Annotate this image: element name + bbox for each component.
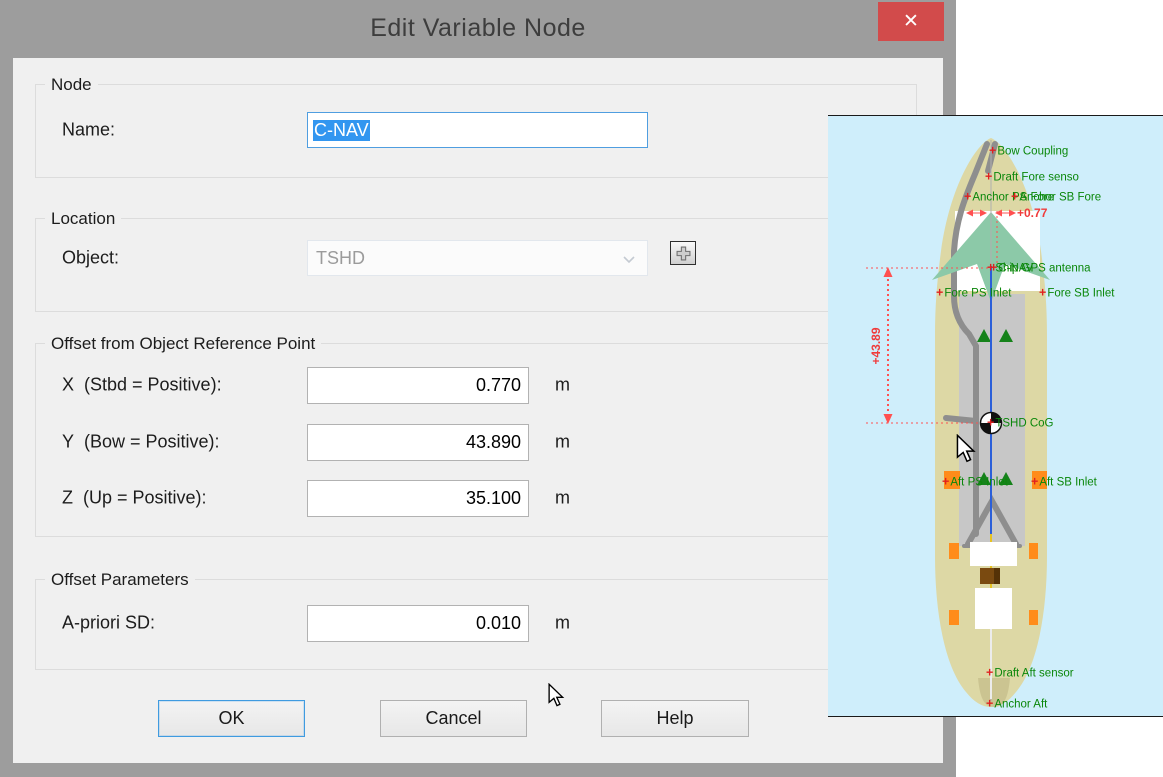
screen: Edit Variable Node ✕ Node Name: C-NAV Lo…	[0, 0, 1163, 777]
name-input[interactable]: C-NAV	[307, 112, 648, 148]
ship-plan-view-panel: +Bow Coupling+Draft Fore senso+Anchor PS…	[828, 115, 1163, 717]
ship-marker: +Draft Fore senso	[985, 169, 1079, 183]
ship-marker: +Bow Coupling	[989, 143, 1068, 157]
name-label: Name:	[62, 120, 115, 141]
ship-marker: +Fore SB Inlet	[1039, 285, 1114, 299]
offset-x-value: 0.770	[476, 375, 521, 396]
apriori-sd-label: A-priori SD:	[62, 613, 155, 634]
edit-variable-node-dialog: Edit Variable Node ✕ Node Name: C-NAV Lo…	[0, 0, 956, 777]
offset-z-unit: m	[555, 488, 570, 509]
ship-marker: +Anchor SB Fore	[1011, 189, 1101, 203]
ship-marker: +Draft Aft sensor	[986, 665, 1074, 679]
offset-z-label: Z (Up = Positive):	[62, 488, 207, 509]
offset-params-legend: Offset Parameters	[45, 570, 195, 590]
offset-y-unit: m	[555, 432, 570, 453]
dialog-title: Edit Variable Node	[0, 0, 956, 58]
offset-y-value: 43.890	[466, 432, 521, 453]
node-group-legend: Node	[45, 75, 98, 95]
chevron-down-icon	[623, 248, 635, 269]
offset-group-legend: Offset from Object Reference Point	[45, 334, 321, 354]
apriori-sd-unit: m	[555, 613, 570, 634]
offset-y-label: Y (Bow = Positive):	[62, 432, 220, 453]
close-button[interactable]: ✕	[878, 2, 944, 41]
object-dropdown-value: TSHD	[316, 248, 365, 269]
ship-marker: +Aft SB Inlet	[1031, 474, 1097, 488]
cancel-button-label: Cancel	[425, 708, 481, 729]
dialog-titlebar[interactable]: Edit Variable Node ✕	[0, 0, 956, 58]
ok-button-label: OK	[218, 708, 244, 729]
ship-marker: +TSHD CoG	[987, 415, 1053, 429]
offset-z-input[interactable]: 35.100	[307, 480, 529, 517]
dialog-content: Node Name: C-NAV Location Object: TSHD	[13, 58, 943, 763]
offset-x-input[interactable]: 0.770	[307, 367, 529, 404]
offset-x-unit: m	[555, 375, 570, 396]
y-offset-dimension-label: +43.89	[869, 327, 883, 364]
select-node-grid-button[interactable]	[670, 241, 696, 265]
cancel-button[interactable]: Cancel	[380, 700, 527, 737]
close-icon: ✕	[903, 10, 919, 33]
name-input-value: C-NAV	[313, 120, 370, 141]
plus-grid-icon	[676, 246, 691, 261]
object-label: Object:	[62, 248, 119, 269]
offset-x-label: X (Stbd = Positive):	[62, 375, 222, 396]
ship-marker: +Anchor Aft	[986, 696, 1047, 710]
offset-y-input[interactable]: 43.890	[307, 424, 529, 461]
ship-marker: +Fore PS Inlet	[936, 285, 1011, 299]
ship-marker: +Aft PS Inlet	[942, 474, 1008, 488]
offset-z-value: 35.100	[466, 488, 521, 509]
help-button[interactable]: Help	[601, 700, 749, 737]
ok-button[interactable]: OK	[158, 700, 305, 737]
location-group-legend: Location	[45, 209, 121, 229]
apriori-sd-input[interactable]: 0.010	[307, 605, 529, 642]
help-button-label: Help	[656, 708, 693, 729]
ship-marker: +C-NAV	[990, 260, 1033, 274]
x-offset-dimension-label: +0.77	[1017, 206, 1047, 220]
object-dropdown[interactable]: TSHD	[307, 240, 648, 276]
apriori-sd-value: 0.010	[476, 613, 521, 634]
